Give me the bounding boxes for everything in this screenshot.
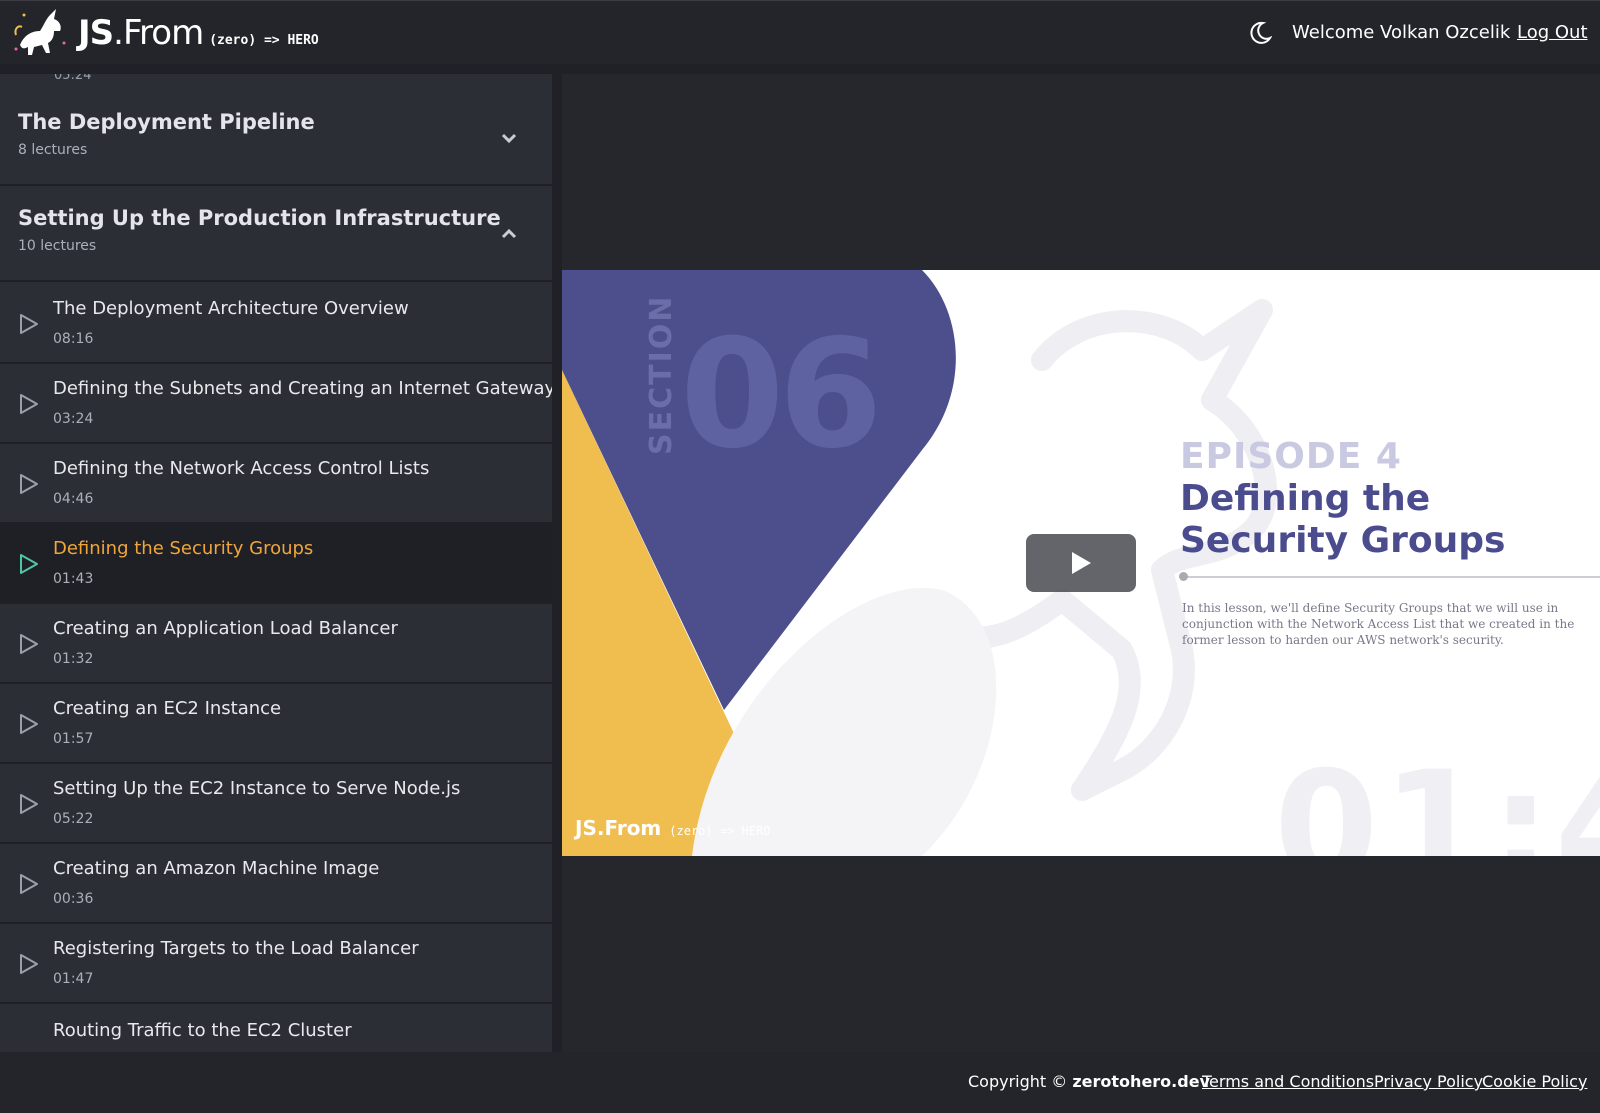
play-icon — [20, 394, 38, 414]
previous-lecture-duration: 05:24 — [54, 74, 92, 83]
section-number: 06 — [680, 308, 883, 482]
play-icon — [20, 474, 38, 494]
lecture-duration: 01:32 — [53, 651, 94, 667]
privacy-link[interactable]: Privacy Policy — [1374, 1072, 1483, 1091]
lecture-duration: 01:47 — [53, 971, 94, 987]
divider-dot — [1179, 572, 1188, 581]
brand-wordmark[interactable]: JS .From (zero) => HERO — [78, 13, 319, 53]
divider — [1182, 576, 1600, 578]
lecture-duration: 01:57 — [53, 731, 94, 747]
play-icon — [1072, 552, 1091, 574]
lecture-duration: 05:22 — [53, 811, 94, 827]
lecture-title: Defining the Subnets and Creating an Int… — [53, 378, 552, 399]
lecture-item[interactable]: Creating an Application Load Balancer 01… — [0, 604, 552, 684]
episode-description: In this lesson, we'll define Security Gr… — [1182, 601, 1575, 647]
unicorn-logo-icon[interactable] — [10, 5, 72, 61]
video-brand: JS.From — [575, 816, 662, 840]
copyright: Copyright © zerotohero.dev — [968, 1072, 1210, 1091]
play-icon — [20, 714, 38, 734]
play-icon — [20, 874, 38, 894]
section-title: The Deployment Pipeline — [18, 110, 315, 134]
top-bar: JS .From (zero) => HERO Welcome Volkan O… — [0, 0, 1600, 64]
lecture-title: Creating an Amazon Machine Image — [53, 858, 380, 879]
lecture-item[interactable]: Creating an EC2 Instance 01:57 — [0, 684, 552, 764]
lecture-title: Creating an Application Load Balancer — [53, 618, 398, 639]
lecture-title: The Deployment Architecture Overview — [53, 298, 409, 319]
play-icon — [20, 794, 38, 814]
lecture-title: Creating an EC2 Instance — [53, 698, 282, 719]
lecture-item-active[interactable]: Defining the Security Groups 01:43 — [0, 524, 552, 604]
play-icon — [20, 634, 38, 654]
play-icon — [20, 954, 38, 974]
lecture-title-partial[interactable]: Routing Traffic to the EC2 Cluster — [53, 1020, 352, 1041]
brand-from: .From — [113, 13, 204, 53]
lecture-duration: 08:16 — [53, 331, 94, 347]
section-label: SECTION — [644, 294, 679, 455]
video-play-button[interactable] — [1026, 534, 1136, 592]
section-deployment-pipeline[interactable]: The Deployment Pipeline 8 lectures — [0, 90, 552, 186]
video-brand-watermark: JS.From (zero) => HERO — [575, 816, 770, 840]
lecture-title: Setting Up the EC2 Instance to Serve Nod… — [53, 778, 461, 799]
play-icon — [20, 314, 38, 334]
section-production-infrastructure[interactable]: Setting Up the Production Infrastructure… — [0, 186, 552, 282]
section-lecture-count: 8 lectures — [18, 142, 88, 158]
episode-duration-watermark: 01:43 — [1274, 740, 1600, 856]
terms-link[interactable]: Terms and Conditions — [1202, 1072, 1374, 1091]
section-title: Setting Up the Production Infrastructure — [18, 206, 501, 230]
lecture-item[interactable]: Setting Up the EC2 Instance to Serve Nod… — [0, 764, 552, 844]
section-lecture-count: 10 lectures — [18, 238, 97, 254]
brand-js: JS — [78, 13, 114, 53]
lecture-duration: 01:43 — [53, 571, 94, 587]
dark-mode-moon-icon[interactable] — [1248, 21, 1272, 45]
lecture-duration: 04:46 — [53, 491, 94, 507]
lecture-item[interactable]: The Deployment Architecture Overview 08:… — [0, 284, 552, 364]
copyright-site: zerotohero.dev — [1072, 1072, 1210, 1091]
lecture-title: Defining the Security Groups — [53, 538, 314, 559]
footer: Copyright © zerotohero.dev Terms and Con… — [0, 1052, 1600, 1113]
logout-link[interactable]: Log Out — [1517, 22, 1588, 43]
chevron-down-icon[interactable] — [498, 130, 520, 146]
play-icon — [20, 554, 38, 574]
lecture-item[interactable]: Registering Targets to the Load Balancer… — [0, 924, 552, 1004]
episode-label: EPISODE 4 — [1180, 436, 1402, 477]
lecture-title: Defining the Network Access Control List… — [53, 458, 430, 479]
lecture-duration: 00:36 — [53, 891, 94, 907]
chevron-up-icon[interactable] — [498, 226, 520, 242]
lecture-item[interactable]: Creating an Amazon Machine Image 00:36 — [0, 844, 552, 924]
welcome-message: Welcome Volkan Ozcelik — [1292, 22, 1511, 43]
course-curriculum-sidebar: 05:24 The Deployment Pipeline 8 lectures… — [0, 74, 552, 1052]
brand-tagline: (zero) => HERO — [209, 33, 319, 48]
lecture-title: Registering Targets to the Load Balancer — [53, 938, 419, 959]
lecture-item[interactable]: Defining the Subnets and Creating an Int… — [0, 364, 552, 444]
episode-title: Defining the Security Groups — [1180, 478, 1506, 561]
lecture-item[interactable]: Defining the Network Access Control List… — [0, 444, 552, 524]
lecture-duration: 03:24 — [53, 411, 94, 427]
copyright-prefix: Copyright © — [968, 1072, 1068, 1091]
cookie-link[interactable]: Cookie Policy — [1482, 1072, 1587, 1091]
video-brand-tagline: (zero) => HERO — [669, 824, 771, 838]
